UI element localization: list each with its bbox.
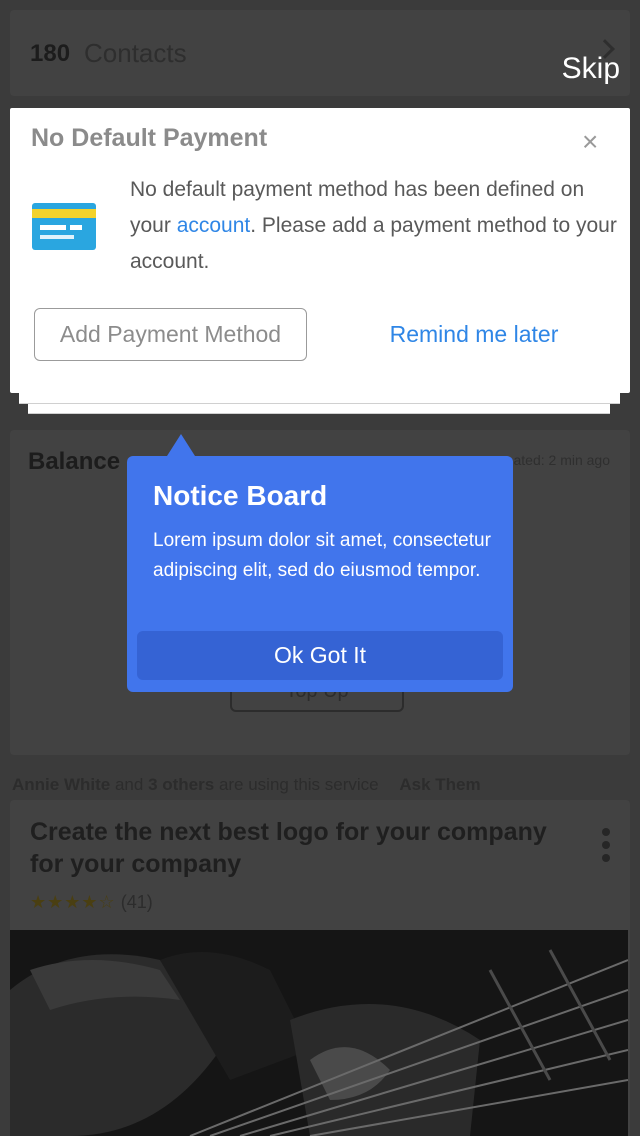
social-others-count: 3 others [148, 775, 215, 794]
notice-board-tooltip: Notice Board Lorem ipsum dolor sit amet,… [127, 456, 513, 692]
notice-title: Notice Board [153, 480, 328, 511]
no-default-payment-dialog: No Default Payment × No default payment … [10, 108, 630, 393]
notice-body: Lorem ipsum dolor sit amet, consectetur … [153, 530, 491, 581]
contacts-label: Contacts [84, 38, 187, 68]
contacts-count: 180 [30, 40, 71, 67]
service-rating: ★★★★☆ (41) [30, 892, 153, 913]
rating-count: (41) [120, 892, 153, 912]
dialog-title: No Default Payment [31, 124, 268, 152]
social-suffix: are using this service [218, 775, 379, 794]
social-proof-line: Annie White and 3 others are using this … [12, 775, 481, 795]
star-rating-icon: ★★★★☆ [30, 892, 116, 912]
social-user-name: Annie White [12, 775, 111, 794]
dialog-message: No default payment method has been defin… [130, 172, 620, 280]
remind-me-later-button[interactable]: Remind me later [366, 308, 582, 361]
service-image [10, 930, 628, 1136]
service-card[interactable]: Create the next best logo for your compa… [10, 800, 630, 1136]
ask-them-link[interactable]: Ask Them [399, 775, 480, 794]
service-title: Create the next best logo for your compa… [30, 818, 547, 878]
balance-updated-time: ated: 2 min ago [513, 452, 610, 468]
dialog-stack-shadow [19, 392, 620, 404]
skip-button[interactable]: Skip [562, 52, 620, 86]
more-options-icon[interactable] [602, 828, 610, 867]
ok-got-it-button[interactable]: Ok Got It [137, 631, 503, 680]
credit-card-icon [32, 203, 96, 250]
balance-title: Balance [28, 448, 121, 475]
add-payment-method-button[interactable]: Add Payment Method [34, 308, 307, 361]
tooltip-arrow [167, 434, 195, 456]
contacts-card[interactable]: 180 Contacts [10, 10, 630, 96]
close-icon[interactable]: × [582, 128, 598, 156]
social-and: and [114, 775, 144, 794]
account-link[interactable]: account [177, 214, 251, 237]
